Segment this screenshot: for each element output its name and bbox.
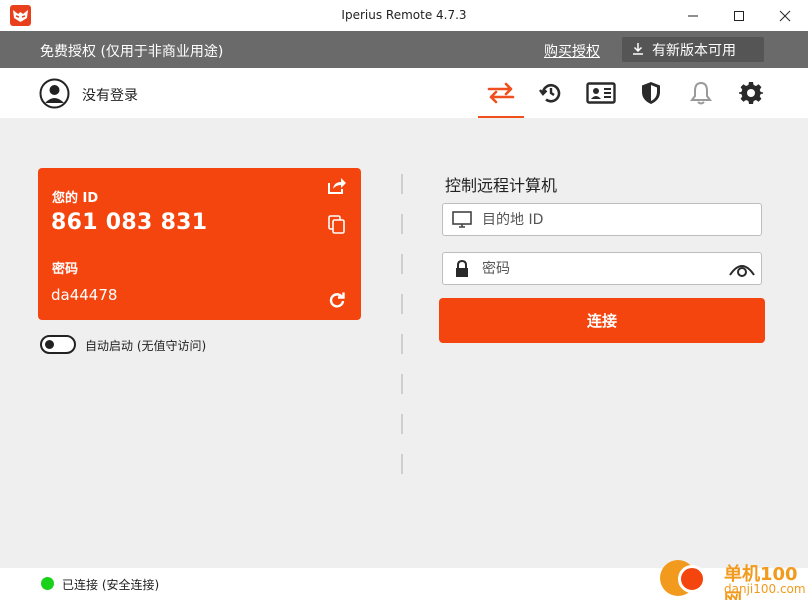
watermark-subtitle: danji100.com bbox=[724, 582, 806, 596]
password-value: da44478 bbox=[51, 286, 118, 304]
show-password-icon[interactable] bbox=[729, 259, 755, 279]
maximize-button[interactable] bbox=[716, 0, 762, 31]
refresh-icon[interactable] bbox=[326, 289, 348, 311]
contacts-card-icon[interactable] bbox=[578, 68, 624, 118]
lock-icon bbox=[451, 259, 473, 279]
destination-id-input[interactable] bbox=[482, 204, 722, 235]
divider bbox=[401, 254, 403, 274]
connection-status-dot bbox=[41, 577, 54, 590]
watermark: 单机100网 danji100.com bbox=[656, 556, 806, 600]
divider bbox=[401, 374, 403, 394]
monitor-icon bbox=[451, 210, 473, 230]
user-avatar-icon[interactable] bbox=[39, 78, 70, 109]
divider bbox=[401, 214, 403, 234]
history-icon[interactable] bbox=[528, 68, 574, 118]
shield-icon[interactable] bbox=[628, 68, 674, 118]
buy-license-link[interactable]: 购买授权 bbox=[544, 41, 600, 61]
autostart-label: 自动启动 (无值守访问) bbox=[85, 339, 207, 353]
divider bbox=[401, 454, 403, 474]
password-label: 密码 bbox=[52, 262, 79, 277]
close-button[interactable] bbox=[762, 0, 808, 31]
connect-button[interactable]: 连接 bbox=[439, 298, 765, 343]
gear-icon[interactable] bbox=[728, 68, 774, 118]
divider bbox=[401, 174, 403, 194]
divider bbox=[401, 334, 403, 354]
update-button-label: 有新版本可用 bbox=[652, 42, 736, 59]
update-available-button[interactable]: 有新版本可用 bbox=[622, 37, 764, 62]
nav-bar: 没有登录 bbox=[0, 68, 808, 118]
watermark-logo-icon bbox=[678, 565, 706, 593]
license-text: 免费授权 (仅用于非商业用途) bbox=[40, 44, 224, 60]
copy-icon[interactable] bbox=[326, 214, 348, 236]
title-bar: Iperius Remote 4.7.3 bbox=[0, 0, 808, 31]
toggle-knob bbox=[45, 340, 54, 349]
id-label: 您的 ID bbox=[52, 191, 99, 206]
divider bbox=[401, 414, 403, 434]
id-value: 861 083 831 bbox=[51, 210, 208, 235]
destination-id-field[interactable] bbox=[442, 203, 762, 236]
connection-status-text: 已连接 (安全连接) bbox=[62, 578, 160, 592]
minimize-button[interactable] bbox=[670, 0, 716, 31]
license-bar: 免费授权 (仅用于非商业用途) 购买授权 有新版本可用 bbox=[0, 31, 808, 68]
autostart-toggle[interactable] bbox=[40, 335, 76, 354]
login-status[interactable]: 没有登录 bbox=[82, 85, 138, 105]
password-input[interactable] bbox=[482, 253, 722, 284]
your-id-card: 您的 ID 861 083 831 密码 da44478 bbox=[38, 168, 361, 320]
transfer-icon[interactable] bbox=[478, 68, 524, 118]
divider bbox=[401, 294, 403, 314]
bell-icon[interactable] bbox=[678, 68, 724, 118]
remote-control-title: 控制远程计算机 bbox=[445, 176, 558, 195]
download-icon bbox=[632, 40, 644, 59]
share-icon[interactable] bbox=[326, 175, 348, 197]
password-field[interactable] bbox=[442, 252, 762, 285]
